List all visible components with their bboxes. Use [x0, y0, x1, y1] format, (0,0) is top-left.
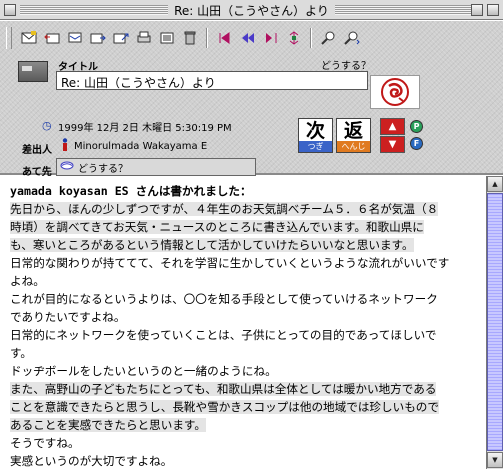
reply-text: す。: [10, 346, 33, 360]
scroll-down-button[interactable]: ▼: [380, 136, 405, 153]
date-text: 1999年 12月 2日 木曜日 5:30:19 PM: [58, 123, 232, 134]
scrollbar-thumb[interactable]: [487, 193, 503, 451]
message-line: 日常的な関わりが持ててて、それを学習に生かしていくというような流れがいいです: [10, 254, 486, 272]
message-body[interactable]: yamada koyasan ES さんは書かれました： 先日から、ほんの少しず…: [0, 176, 486, 469]
search-icon[interactable]: [318, 27, 339, 49]
print-icon[interactable]: [133, 27, 154, 49]
quote-greeting: yamada koyasan ES さんは書かれました：: [10, 184, 252, 198]
quoted-text: また、高野山の子どもたちにとっても、和歌山県は全体としては暖かい地方である: [10, 382, 437, 396]
reply-text: でありたいですよね。: [10, 310, 126, 324]
mail-message-icon: [18, 61, 48, 82]
message-line: 時頃）を調べてきてお天気・ニュースのところに書き込んでいます。和歌山県に: [10, 218, 486, 236]
group-icon: [60, 161, 74, 173]
search-next-icon[interactable]: [341, 27, 362, 49]
clock-icon: ◷: [42, 119, 52, 132]
reply-text: 日常的にネットワークを使っていくことは、子供にとっての目的であってほしいで: [10, 328, 437, 342]
message-line: でありたいですよね。: [10, 308, 486, 326]
scrollbar-down-arrow[interactable]: ▼: [487, 452, 503, 468]
reply-icon[interactable]: [41, 27, 62, 49]
redirect-icon[interactable]: [110, 27, 131, 49]
message-line: よね。: [10, 272, 486, 290]
toolbar: [6, 25, 362, 51]
reply-text: よね。: [10, 274, 45, 288]
window-title-wrapper: Re: 山田（こうやさん）より: [0, 2, 503, 19]
person-icon: [61, 138, 69, 154]
message-line: また、高野山の子どもたちにとっても、和歌山県は全体としては暖かい地方である: [10, 380, 486, 398]
zoom-box-button[interactable]: [471, 4, 483, 16]
reply-text: そうですね。: [10, 436, 80, 450]
reply-button[interactable]: 返 へんじ: [336, 118, 371, 153]
quoted-text: ことを意識できたらと思うし、長靴や雪かきスコップは他の地域では珍しいもので: [10, 400, 439, 414]
next-button-caption: つぎ: [299, 141, 332, 152]
next-icon[interactable]: [237, 27, 258, 49]
new-icon[interactable]: [18, 27, 39, 49]
reply-all-icon[interactable]: [64, 27, 85, 49]
message-lines: 先日から、ほんの少しずつですが、４年生のお天気調べチーム５．６名が気温（８ 時頃）…: [10, 200, 486, 469]
from-label: 差出人: [22, 145, 52, 156]
subject-field[interactable]: Re: 山田（こうやさん）より: [56, 71, 368, 90]
scroll-up-button[interactable]: ▲: [380, 118, 405, 135]
vertical-scrollbar[interactable]: ▲ ▼: [486, 176, 503, 469]
reply-button-caption: へんじ: [337, 141, 370, 152]
message-line: あることを実感できたらと思います。: [10, 416, 486, 434]
to-field[interactable]: どうする？: [56, 158, 256, 176]
trash-icon[interactable]: [179, 27, 200, 49]
scrollbar-up-arrow[interactable]: ▲: [487, 176, 503, 192]
message-line: 日常的にネットワークを使っていくことは、子供にとっての目的であってほしいで: [10, 326, 486, 344]
message-line: そうですね。: [10, 434, 486, 452]
p-button[interactable]: P: [410, 120, 423, 133]
mark-icon[interactable]: [283, 27, 304, 49]
from-text[interactable]: Minorulmada Wakayama E: [74, 141, 207, 152]
f-button[interactable]: F: [410, 137, 423, 150]
message-line: す。: [10, 344, 486, 362]
seal-stamp-icon: [370, 75, 420, 109]
quoted-text: 先日から、ほんの少しずつですが、４年生のお天気調べチーム５．６名が気温（８: [10, 202, 439, 216]
toolbar-separator: [206, 28, 208, 48]
message-header-panel: タイトル Re: 山田（こうやさん）より どうする？ ◷ 1999年 12月 2…: [0, 21, 503, 178]
toolbar-grip[interactable]: [6, 27, 12, 49]
message-line: 実感というのが大切ですよね。: [10, 452, 486, 469]
quoted-text: 時頃）を調べてきてお天気・ニュースのところに書き込んでいます。和歌山県に: [10, 220, 424, 234]
quoted-text: も、寒いところがあるという情報として活かしていけたらいいなと思います。: [10, 238, 414, 252]
message-line: これが目的になるというよりは、〇〇を知る手段として使っていけるネットワーク: [10, 290, 486, 308]
reply-text: 実感というのが大切ですよね。: [10, 454, 173, 468]
window-title: Re: 山田（こうやさん）より: [168, 4, 335, 18]
attach-icon[interactable]: [156, 27, 177, 49]
quoted-text: あることを実感できたらと思います。: [10, 418, 206, 432]
message-line: 先日から、ほんの少しずつですが、４年生のお天気調べチーム５．６名が気温（８: [10, 200, 486, 218]
triangle-up-icon: ▲: [388, 121, 397, 132]
reply-button-glyph: 返: [343, 120, 363, 142]
reply-text: 日常的な関わりが持ててて、それを学習に生かしていくというような流れがいいです: [10, 256, 450, 270]
collapse-box-button[interactable]: [487, 4, 499, 16]
message-line: も、寒いところがあるという情報として活かしていけたらいいなと思います。: [10, 236, 486, 254]
reply-text: これが目的になるというよりは、〇〇を知る手段として使っていけるネットワーク: [10, 292, 438, 306]
message-line: ドッヂボールをしたいというのと一緒のようにね。: [10, 362, 486, 380]
window-title-bar[interactable]: Re: 山田（こうやさん）より: [0, 0, 503, 20]
forward-icon[interactable]: [87, 27, 108, 49]
reply-text: ドッヂボールをしたいというのと一緒のようにね。: [10, 364, 277, 378]
toolbar-separator: [310, 28, 312, 48]
status-text: どうする？: [321, 61, 371, 72]
message-line: ことを意識できたらと思うし、長靴や雪かきスコップは他の地域では珍しいもので: [10, 398, 486, 416]
thread-icon[interactable]: [260, 27, 281, 49]
next-button-glyph: 次: [305, 120, 325, 142]
previous-icon[interactable]: [214, 27, 235, 49]
triangle-down-icon: ▼: [388, 139, 397, 150]
to-text: どうする？: [78, 163, 128, 175]
next-message-button[interactable]: 次 つぎ: [298, 118, 333, 153]
